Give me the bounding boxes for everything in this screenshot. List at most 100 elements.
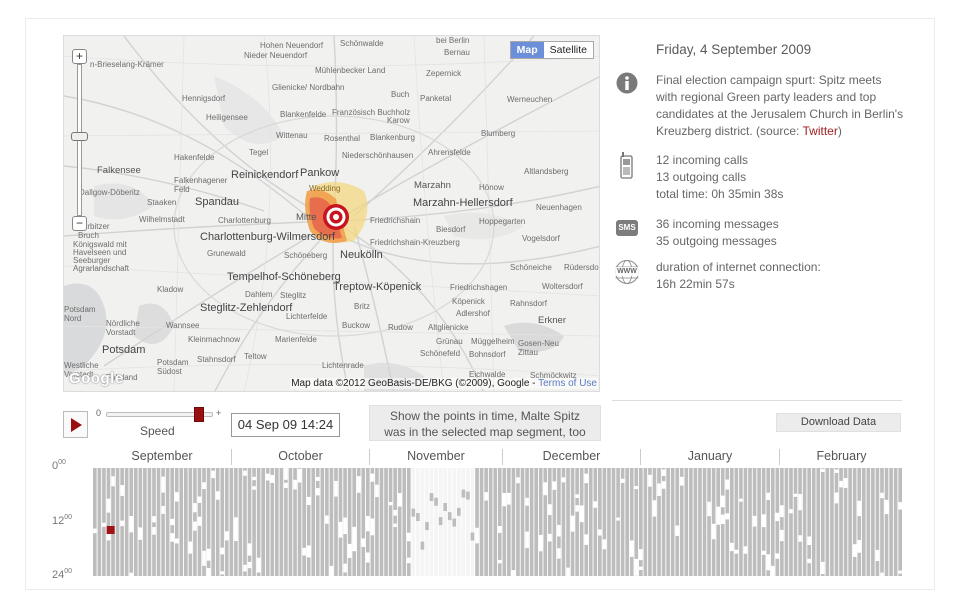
day-column[interactable]: [875, 468, 880, 576]
day-column[interactable]: [598, 468, 602, 576]
day-column[interactable]: [206, 468, 211, 578]
day-column[interactable]: [648, 468, 652, 576]
show-points-in-time-button[interactable]: Show the points in time, Malte Spitz was…: [369, 405, 601, 441]
day-column[interactable]: [288, 468, 293, 576]
day-column[interactable]: [616, 468, 620, 576]
day-column[interactable]: [470, 468, 475, 576]
day-column[interactable]: [224, 468, 229, 576]
day-column[interactable]: [766, 468, 771, 576]
day-column[interactable]: [97, 468, 102, 576]
day-column[interactable]: [152, 468, 156, 576]
day-column[interactable]: [757, 468, 761, 576]
day-column[interactable]: [570, 468, 575, 576]
play-button[interactable]: [63, 411, 88, 438]
day-column[interactable]: [429, 468, 434, 576]
day-column[interactable]: [261, 468, 265, 576]
day-column[interactable]: [279, 468, 284, 576]
day-column[interactable]: [502, 468, 507, 576]
day-column[interactable]: [379, 468, 384, 576]
day-column[interactable]: [343, 468, 347, 576]
day-column[interactable]: [811, 468, 816, 576]
day-column[interactable]: [425, 468, 429, 576]
day-column[interactable]: [138, 468, 143, 576]
zoom-out-button[interactable]: −: [72, 216, 87, 231]
day-column[interactable]: [234, 468, 238, 576]
day-column[interactable]: [534, 468, 538, 576]
day-column[interactable]: [174, 468, 179, 576]
day-column[interactable]: [416, 468, 420, 576]
day-column[interactable]: [643, 468, 648, 576]
day-column[interactable]: [780, 468, 784, 576]
day-column[interactable]: [789, 468, 793, 576]
day-column[interactable]: [461, 468, 466, 576]
google-logo[interactable]: Google: [69, 370, 124, 387]
terms-of-use-link[interactable]: Terms of Use: [538, 378, 597, 389]
day-column[interactable]: [275, 468, 279, 576]
day-column[interactable]: [443, 468, 447, 576]
day-column[interactable]: [329, 468, 334, 577]
day-column[interactable]: [211, 468, 215, 576]
day-column[interactable]: [552, 468, 557, 576]
day-column[interactable]: [720, 468, 725, 576]
day-column[interactable]: [825, 468, 830, 576]
day-column[interactable]: [548, 468, 552, 576]
day-column[interactable]: [111, 468, 115, 576]
day-column[interactable]: [124, 468, 129, 576]
day-column[interactable]: [821, 468, 825, 576]
day-column[interactable]: [802, 468, 807, 576]
day-column[interactable]: [215, 468, 220, 576]
day-column[interactable]: [775, 468, 780, 576]
map-view[interactable]: Hohen Neuendorf Schönwalde bei Berlin Be…: [63, 35, 600, 392]
month-label[interactable]: September: [93, 449, 231, 465]
day-column[interactable]: [839, 468, 843, 576]
day-column[interactable]: [880, 468, 884, 578]
day-column[interactable]: [370, 468, 375, 576]
day-column[interactable]: [133, 468, 138, 576]
day-column[interactable]: [830, 468, 834, 576]
day-column[interactable]: [611, 468, 616, 576]
day-column[interactable]: [447, 468, 452, 576]
day-column[interactable]: [893, 468, 898, 576]
day-column[interactable]: [188, 468, 193, 576]
day-column[interactable]: [579, 468, 584, 576]
day-column[interactable]: [593, 468, 598, 576]
day-column[interactable]: [898, 468, 902, 576]
day-column[interactable]: [361, 468, 366, 576]
day-column[interactable]: [406, 468, 411, 576]
day-column[interactable]: [561, 468, 566, 576]
day-column[interactable]: [871, 468, 875, 576]
month-label[interactable]: December: [502, 449, 640, 465]
day-column[interactable]: [293, 468, 297, 576]
day-column[interactable]: [670, 468, 675, 576]
day-column[interactable]: [584, 468, 589, 576]
day-column[interactable]: [657, 468, 661, 576]
location-marker-icon[interactable]: [321, 202, 351, 232]
day-column[interactable]: [220, 468, 225, 576]
day-column[interactable]: [434, 468, 438, 576]
day-column[interactable]: [420, 468, 425, 576]
day-column[interactable]: [334, 468, 338, 576]
day-column[interactable]: [557, 468, 561, 576]
day-column[interactable]: [793, 468, 798, 576]
day-column[interactable]: [511, 468, 516, 578]
day-column[interactable]: [734, 468, 739, 576]
day-column[interactable]: [93, 468, 97, 576]
day-column[interactable]: [716, 468, 720, 576]
day-column[interactable]: [197, 468, 202, 576]
day-column[interactable]: [529, 468, 534, 576]
day-column[interactable]: [170, 468, 174, 576]
speed-slider-thumb[interactable]: [194, 407, 204, 422]
twitter-link[interactable]: Twitter: [803, 124, 838, 138]
day-column[interactable]: [834, 468, 839, 576]
day-column[interactable]: [202, 468, 206, 576]
day-column[interactable]: [161, 468, 165, 576]
day-column[interactable]: [438, 468, 443, 576]
day-column[interactable]: [730, 468, 734, 576]
day-column[interactable]: [238, 468, 243, 576]
day-column[interactable]: [652, 468, 657, 576]
day-column[interactable]: [588, 468, 593, 576]
map-type-satellite-button[interactable]: Satellite: [544, 42, 593, 58]
day-column[interactable]: [752, 468, 757, 576]
day-column[interactable]: [120, 468, 124, 576]
day-column[interactable]: [388, 468, 393, 576]
